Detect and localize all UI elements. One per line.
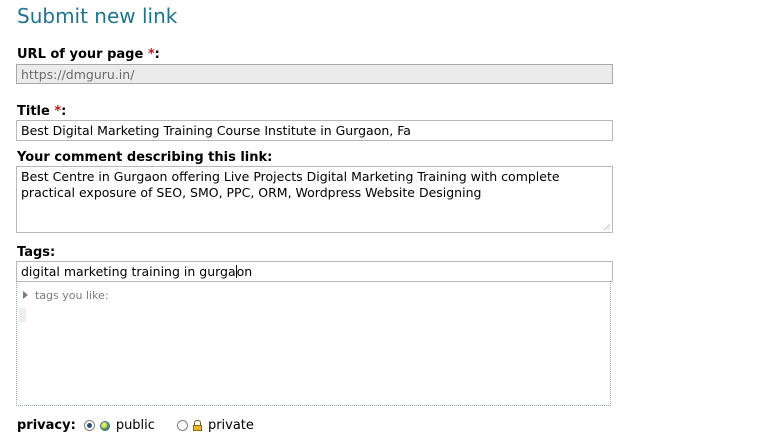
public-option-label[interactable]: public [116,418,155,433]
submit-link-page: Submit new link URL of your page *: http… [0,0,774,438]
page-title: Submit new link [17,4,178,28]
required-mark: * [147,47,155,62]
url-label-colon: : [154,47,160,62]
tags-input[interactable]: digital marketing training in gurgaon [16,261,613,282]
resize-grip-icon[interactable] [603,223,610,230]
comment-textarea-value: Best Centre in Gurgaon offering Live Pro… [21,169,560,200]
comment-label: Your comment describing this link: [17,150,273,165]
title-label-colon: : [61,104,67,119]
url-label-text: URL of your page [17,47,144,62]
tags-input-value-end: on [236,264,253,279]
comment-textarea[interactable]: Best Centre in Gurgaon offering Live Pro… [16,166,613,233]
tags-input-value-start: digital marketing training in gurga [21,264,236,279]
private-option-label[interactable]: private [208,418,254,433]
panel-scroll-handle[interactable] [19,308,26,322]
public-radio[interactable] [83,420,95,431]
url-label: URL of your page *: [17,47,160,62]
tags-you-like-toggle[interactable]: tags you like: [23,289,109,302]
expand-triangle-icon [23,291,28,299]
tags-you-like-label: tags you like: [35,289,109,302]
tags-suggestions-panel: tags you like: [16,281,611,406]
url-field[interactable]: https://dmguru.in/ [16,64,613,84]
title-field[interactable]: Best Digital Marketing Training Course I… [16,120,613,141]
title-label-text: Title [17,104,50,119]
private-radio[interactable] [176,420,188,431]
lock-icon [192,420,202,431]
privacy-row: privacy: public private [17,418,254,433]
title-label: Title *: [17,104,66,119]
title-field-value: Best Digital Marketing Training Course I… [21,123,411,138]
url-field-value: https://dmguru.in/ [21,67,135,82]
globe-icon [99,420,110,431]
privacy-label: privacy: [17,418,76,433]
tags-label: Tags: [17,245,56,260]
